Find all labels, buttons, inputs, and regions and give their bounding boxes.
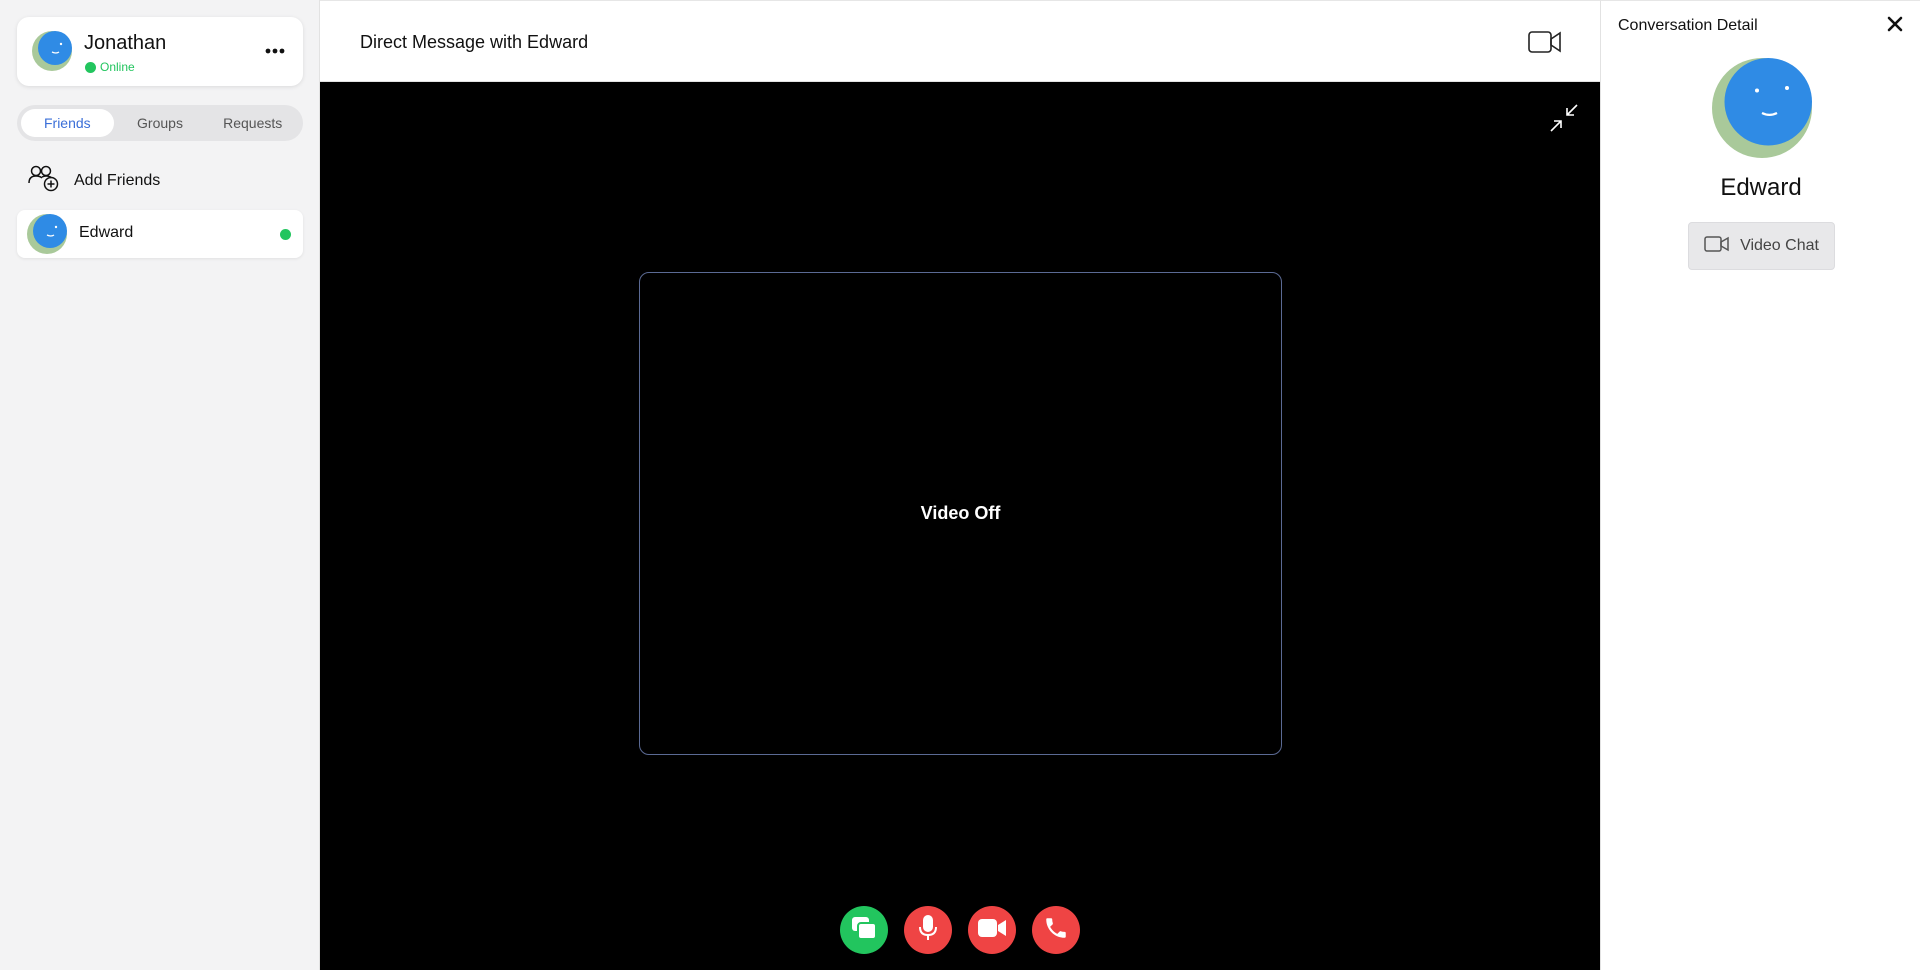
conversation-detail-panel: Conversation Detail Edward Video Chat [1600,0,1920,970]
video-camera-icon [977,917,1007,944]
page-title: Direct Message with Edward [360,32,589,52]
online-indicator [280,229,291,240]
microphone-icon [917,914,939,947]
friend-avatar [27,214,67,259]
current-user-card: Jonathan Online [17,17,303,86]
add-friends-button[interactable]: Add Friends [28,164,160,197]
call-controls [320,906,1600,954]
video-off-label: Video Off [920,503,1001,523]
phone-hangup-icon [1043,915,1069,946]
tab-groups[interactable]: Groups [114,109,207,137]
video-chat-button[interactable]: Video Chat [1688,222,1835,270]
user-status-text: Online [100,60,135,74]
add-friends-icon [28,164,60,197]
contact-avatar [1712,58,1812,163]
user-avatar[interactable] [32,31,72,76]
friend-list-item[interactable]: Edward [17,210,303,258]
remote-video-frame: Video Off [639,272,1282,755]
video-camera-icon [1704,235,1730,258]
collapse-icon[interactable] [1549,103,1579,138]
more-options-icon[interactable] [263,41,287,61]
close-icon[interactable] [1886,15,1904,38]
friend-name: Edward [79,224,134,241]
status-dot [85,61,96,73]
screen-share-icon [850,915,878,946]
tab-requests[interactable]: Requests [206,109,299,137]
contact-name: Edward [1720,174,1802,201]
video-camera-icon[interactable] [1528,30,1562,59]
share-screen-button[interactable] [840,906,888,954]
mute-mic-button[interactable] [904,906,952,954]
video-chat-label: Video Chat [1740,237,1819,254]
toggle-camera-button[interactable] [968,906,1016,954]
panel-title: Conversation Detail [1618,17,1758,34]
add-friends-label: Add Friends [74,171,161,189]
user-name: Jonathan [84,32,167,54]
user-status: Online [85,60,135,74]
video-call-area: Video Off [320,82,1600,970]
end-call-button[interactable] [1032,906,1080,954]
tab-friends[interactable]: Friends [21,109,114,137]
sidebar: Jonathan Online Friends Groups Requests [0,0,320,970]
conversation-header: Direct Message with Edward [320,0,1600,82]
friends-tabs: Friends Groups Requests [17,105,303,141]
